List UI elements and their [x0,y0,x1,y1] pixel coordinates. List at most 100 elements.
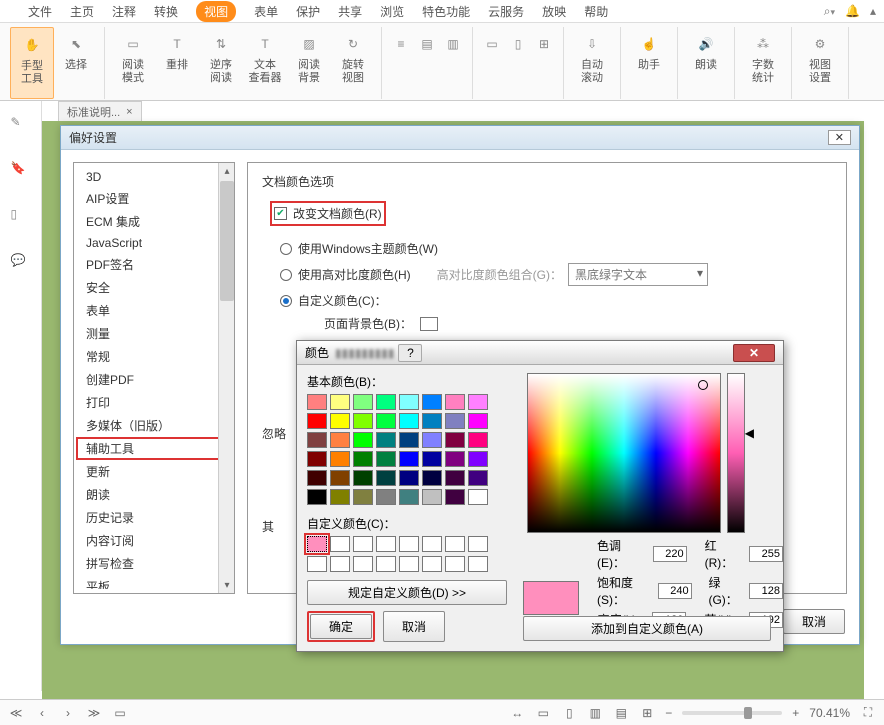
layout-icon-2[interactable]: ▤ [414,31,440,57]
custom-swatch[interactable] [376,536,396,552]
thumbnail-icon[interactable]: ⊞ [639,705,655,721]
fit-page-icon[interactable]: ▭ [535,705,551,721]
tab-file[interactable]: 文件 [28,3,52,20]
color-ok-button[interactable]: 确定 [310,614,372,639]
custom-swatch[interactable] [307,556,327,572]
pref-category-item[interactable]: 平板 [76,575,232,589]
basic-swatch[interactable] [376,451,396,467]
crosshair[interactable] [698,380,708,390]
add-to-custom-button[interactable]: 添加到自定义颜色(A) [523,616,771,641]
basic-swatch[interactable] [330,394,350,410]
layout-icon-5[interactable]: ▯ [505,31,531,57]
custom-swatch[interactable] [445,556,465,572]
basic-swatch[interactable] [445,432,465,448]
basic-swatch[interactable] [445,413,465,429]
color-cancel-button[interactable]: 取消 [383,611,445,642]
first-page-icon[interactable]: ≪ [8,705,24,721]
read-mode-button[interactable]: ▭阅读 模式 [111,27,155,99]
reverse-read-button[interactable]: ⇅逆序 阅读 [199,27,243,99]
last-page-icon[interactable]: ≫ [86,705,102,721]
tab-features[interactable]: 特色功能 [422,3,470,20]
auto-scroll-button[interactable]: ⇩自动 滚动 [570,27,614,99]
basic-swatch[interactable] [353,489,373,505]
basic-swatch[interactable] [399,489,419,505]
pref-category-item[interactable]: PDF签名 [76,253,232,276]
basic-swatch[interactable] [307,451,327,467]
pref-category-item[interactable]: 3D [76,167,232,187]
basic-swatch[interactable] [307,394,327,410]
basic-swatch[interactable] [468,394,488,410]
category-list[interactable]: 3DAIP设置ECM 集成JavaScriptPDF签名安全表单测量常规创建PD… [73,162,235,594]
custom-swatch[interactable] [399,556,419,572]
custom-swatch[interactable] [468,536,488,552]
fullscreen-icon[interactable]: ⛶ [860,705,876,721]
basic-swatch[interactable] [330,432,350,448]
basic-swatch[interactable] [468,413,488,429]
basic-swatch[interactable] [399,470,419,486]
basic-swatch[interactable] [422,394,442,410]
basic-swatch[interactable] [330,470,350,486]
change-doc-colors-checkbox[interactable]: ✔ 改变文档颜色(R) [270,201,386,226]
help-button[interactable]: ? [398,344,422,362]
doc-tab[interactable]: 标准说明... × [58,101,142,121]
custom-swatch[interactable] [376,556,396,572]
zoom-slider[interactable] [682,711,782,715]
dialog-close-button[interactable]: ✕ [828,130,851,145]
basic-swatch[interactable] [307,432,327,448]
basic-swatch[interactable] [307,489,327,505]
basic-swatch[interactable] [353,413,373,429]
basic-swatch[interactable] [468,432,488,448]
prev-page-icon[interactable]: ‹ [34,705,50,721]
tab-protect[interactable]: 保护 [296,3,320,20]
basic-swatch[interactable] [399,394,419,410]
read-aloud-button[interactable]: 🔊朗读 [684,27,728,99]
layout-icon-6[interactable]: ⊞ [531,31,557,57]
pref-cancel-button[interactable]: 取消 [783,609,845,634]
basic-swatch[interactable] [353,432,373,448]
custom-swatch[interactable] [307,536,327,552]
basic-swatch[interactable] [422,432,442,448]
use-high-contrast-radio[interactable]: 使用高对比度颜色(H) 高对比度颜色组合(G)： 黑底绿字文本 [280,263,832,286]
bell-icon[interactable]: 🔔 [845,4,860,18]
color-close-button[interactable]: ✕ [733,344,775,362]
layout-icon-3[interactable]: ▥ [440,31,466,57]
custom-color-radio[interactable]: 自定义颜色(C)： [280,292,832,309]
select-button[interactable]: ⬉ 选择 [54,27,98,99]
pref-category-item[interactable]: 历史记录 [76,506,232,529]
assistant-button[interactable]: ☝助手 [627,27,671,99]
tab-form[interactable]: 表单 [254,3,278,20]
page-bg-swatch[interactable] [420,317,438,331]
word-count-button[interactable]: ⁂字数 统计 [741,27,785,99]
custom-swatch[interactable] [445,536,465,552]
scroll-thumb[interactable] [220,181,234,301]
scroll-up-icon[interactable]: ▴ [219,163,235,179]
tab-share[interactable]: 共享 [338,3,362,20]
use-win-theme-radio[interactable]: 使用Windows主题颜色(W) [280,240,832,257]
pref-category-item[interactable]: 打印 [76,391,232,414]
basic-swatch[interactable] [376,489,396,505]
tab-view[interactable]: 视图 [196,1,236,22]
basic-swatch[interactable] [330,489,350,505]
chat-icon[interactable]: 💬 [11,253,31,273]
two-page-icon[interactable]: ▥ [587,705,603,721]
zoom-in-icon[interactable]: + [792,706,799,720]
basic-swatch[interactable] [307,413,327,429]
pref-category-item[interactable]: AIP设置 [76,187,232,210]
basic-swatch[interactable] [468,451,488,467]
scrollbar[interactable]: ▴ ▾ [218,163,234,593]
basic-swatch[interactable] [330,451,350,467]
layout-icon-4[interactable]: ▭ [479,31,505,57]
red-input[interactable] [749,546,783,562]
next-page-icon[interactable]: › [60,705,76,721]
basic-swatch[interactable] [422,489,442,505]
basic-swatch[interactable] [468,470,488,486]
single-page-icon[interactable]: ▯ [561,705,577,721]
pencil-icon[interactable]: ✎ [11,115,31,135]
hue-sat-field[interactable] [527,373,721,533]
basic-swatch[interactable] [468,489,488,505]
tab-cloud[interactable]: 云服务 [488,3,524,20]
basic-swatch[interactable] [376,394,396,410]
custom-swatch[interactable] [330,556,350,572]
custom-swatch[interactable] [422,556,442,572]
pref-category-item[interactable]: JavaScript [76,233,232,253]
